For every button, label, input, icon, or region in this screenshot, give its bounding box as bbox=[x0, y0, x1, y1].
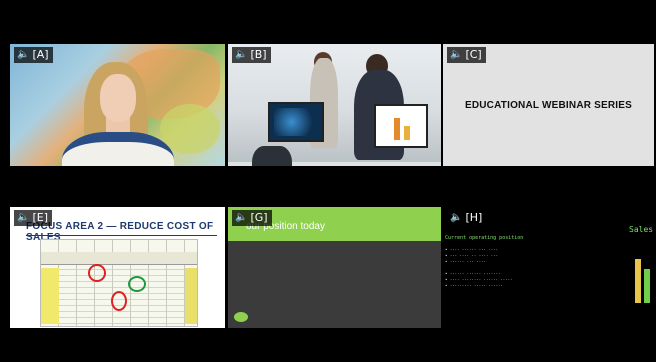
monitor-screen bbox=[268, 102, 324, 142]
tile-label-text: [E] bbox=[32, 211, 48, 224]
bullet-text: • ··· ···· ·· ···· ··· bbox=[445, 253, 498, 258]
tile-label-text: [C] bbox=[465, 48, 482, 61]
tile-label-b[interactable]: 🔈 [B] bbox=[232, 47, 271, 63]
speaker-icon[interactable]: 🔈 bbox=[17, 48, 29, 62]
video-tile-e[interactable]: FOCUS AREA 2 — REDUCE COST OF SALES 🔈 [E… bbox=[10, 207, 225, 328]
tile-label-text: [B] bbox=[250, 48, 267, 61]
red-circle-annotation bbox=[111, 291, 127, 311]
red-circle-annotation bbox=[88, 264, 106, 282]
video-tile-c[interactable]: EDUCATIONAL WEBINAR SERIES 🔈 [C] bbox=[443, 44, 654, 166]
speaker-icon[interactable]: 🔈 bbox=[235, 48, 247, 62]
tile-label-g[interactable]: 🔈 [G] bbox=[232, 210, 272, 226]
green-circle-annotation bbox=[128, 276, 146, 292]
tile-label-e[interactable]: 🔈 [E] bbox=[14, 210, 52, 226]
speaker-icon[interactable]: 🔈 bbox=[17, 211, 29, 225]
chart-bar bbox=[635, 259, 641, 303]
video-tile-g[interactable]: our position today 🔈 [G] bbox=[228, 207, 441, 328]
tile-label-text: [G] bbox=[250, 211, 268, 224]
tile-label-a[interactable]: 🔈 [A] bbox=[14, 47, 53, 63]
tile-label-c[interactable]: 🔈 [C] bbox=[447, 47, 486, 63]
chart-label: Sales bbox=[629, 225, 654, 234]
spreadsheet-image bbox=[40, 239, 198, 327]
video-tile-b[interactable]: 🔈 [B] bbox=[228, 44, 441, 166]
video-tile-a[interactable]: 🔈 [A] bbox=[10, 44, 225, 166]
bullet-text: • ···· ········ ······ ····· bbox=[445, 277, 513, 282]
bullet-text: • ···· ······ ··· ···· bbox=[445, 247, 498, 252]
bullet-text: • ······ ······ ······· bbox=[445, 271, 501, 276]
bullet-text: • ······ ··· ···· bbox=[445, 259, 486, 264]
slide-title: EDUCATIONAL WEBINAR SERIES bbox=[464, 100, 633, 111]
mini-bar-chart bbox=[633, 257, 654, 303]
chart-bar bbox=[644, 269, 650, 303]
logo-badge bbox=[234, 312, 248, 322]
video-tile-h[interactable]: Current operating position • ···· ······… bbox=[443, 207, 654, 328]
tile-label-text: [H] bbox=[465, 211, 483, 224]
speaker-icon[interactable]: 🔈 bbox=[450, 211, 462, 225]
title-underline bbox=[26, 235, 217, 236]
presenter-face bbox=[100, 74, 136, 122]
monitor-screen bbox=[374, 104, 428, 148]
speaker-icon[interactable]: 🔈 bbox=[235, 211, 247, 225]
speaker-icon[interactable]: 🔈 bbox=[450, 48, 462, 62]
slide-heading: Current operating position bbox=[445, 235, 524, 241]
tile-label-h[interactable]: 🔈 [H] bbox=[447, 210, 487, 226]
chair bbox=[252, 146, 292, 166]
tile-label-text: [A] bbox=[32, 48, 49, 61]
bullet-text: • ········· ····· ······ bbox=[445, 283, 503, 288]
